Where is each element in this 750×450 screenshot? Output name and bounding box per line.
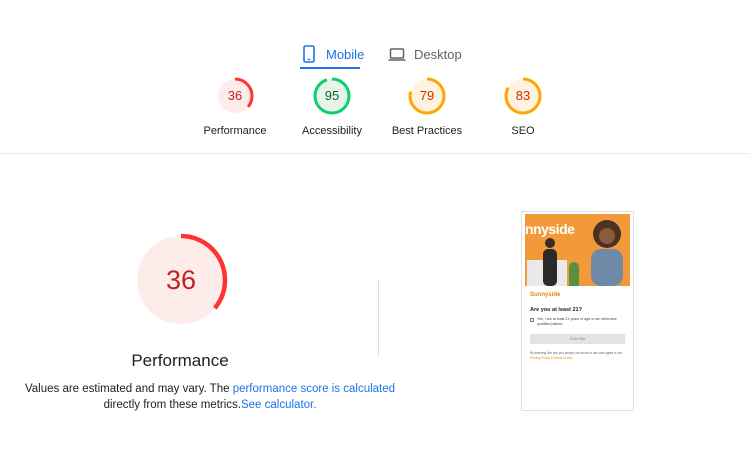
note-text: Values are estimated and may vary. The (24, 383, 233, 395)
section-divider (0, 153, 750, 154)
performance-title: Performance (131, 351, 229, 370)
note-text-2: directly from these metrics. (103, 399, 241, 411)
score-label: Best Practices (391, 125, 463, 137)
score-gauge-seo[interactable]: 83 SEO (473, 76, 573, 137)
tab-desktop-label: Desktop (414, 46, 462, 62)
terms-link: Privacy Policy & Terms of Use (530, 355, 573, 360)
active-tab-indicator (300, 67, 360, 69)
tab-mobile[interactable]: Mobile (302, 38, 364, 70)
score-gauge-best-practices[interactable]: 79 Best Practices (377, 76, 477, 137)
device-tabs: Mobile Desktop (0, 38, 750, 72)
brand-logo: Sunnyside (530, 292, 561, 298)
score-value: 83 (515, 88, 531, 103)
vertical-separator (378, 280, 379, 356)
score-gauge-performance[interactable]: 36 Performance (185, 76, 285, 137)
age-checkbox-label: Yes, I am at least 21 years of age or am… (537, 317, 617, 326)
smartphone-icon (302, 45, 318, 63)
score-label: SEO (511, 125, 535, 137)
score-value: 95 (324, 88, 340, 103)
score-value: 36 (227, 88, 243, 103)
hero-image: nnyside (525, 214, 630, 286)
person-icon (591, 220, 623, 286)
score-label: Accessibility (302, 125, 362, 137)
laptop-icon (388, 45, 406, 63)
tab-desktop[interactable]: Desktop (388, 38, 462, 70)
age-question: Are you at least 21? (530, 307, 582, 313)
fine-print-text: By entering this site you accept our ter… (530, 351, 623, 355)
performance-score-value: 36 (165, 265, 197, 295)
score-summary: 36 Performance 95 Accessibility 79 Best … (0, 76, 750, 146)
performance-note: Values are estimated and may vary. The p… (10, 381, 410, 413)
performance-gauge: 36 (131, 233, 231, 333)
fine-print: By entering this site you accept our ter… (530, 351, 625, 360)
score-label: Performance (203, 125, 267, 137)
enter-site-button: Enter Site (530, 334, 625, 344)
score-calculation-link[interactable]: performance score is calculated (233, 383, 395, 395)
hero-brand-text: nnyside (525, 221, 575, 237)
tab-mobile-label: Mobile (326, 46, 365, 62)
score-gauge-accessibility[interactable]: 95 Accessibility (282, 76, 382, 137)
page-screenshot: nnyside Sunnyside Are you at least 21? Y… (521, 211, 634, 411)
age-checkbox (530, 318, 534, 322)
person-icon (543, 238, 557, 286)
plant-shape (569, 262, 579, 286)
score-value: 79 (419, 88, 435, 103)
calculator-link[interactable]: See calculator. (241, 399, 316, 411)
